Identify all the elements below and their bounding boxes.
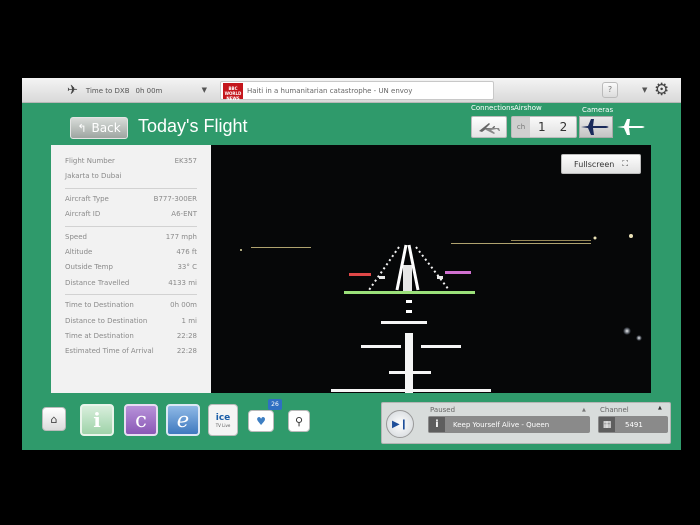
info-row: Distance Travelled 4133 mi — [65, 278, 197, 287]
home-button[interactable]: ⌂ — [42, 407, 66, 431]
info-row: Outside Temp 33° C — [65, 263, 197, 272]
i-app-label: i — [93, 408, 101, 432]
track-title: Keep Yourself Alive - Queen — [453, 420, 550, 429]
news-ticker[interactable]: BBC WORLD NEWS Haiti in a humanitarian c… — [220, 81, 494, 101]
connections-label: Connections — [471, 104, 515, 112]
info-group-flight: Flight Number EK357 Jakarta to Dubai — [65, 151, 197, 189]
expand-icon: ⛶ — [622, 159, 628, 168]
ice-tv-live-button[interactable]: ice TV Live — [208, 404, 238, 436]
airshow-channel-2[interactable]: 2 — [560, 120, 568, 134]
camera-tail-button[interactable] — [579, 116, 613, 138]
info-row: Speed 177 mph — [65, 232, 197, 241]
info-group-aircraft: Aircraft Type B777-300ER Aircraft ID A6-EN… — [65, 189, 197, 227]
info-row: Time at Destination 22:28 — [65, 332, 197, 341]
flight-info-panel: Flight Number EK357 Jakarta to Dubai Airc… — [51, 145, 211, 393]
airshow-channel-1[interactable]: 1 — [538, 120, 546, 134]
news-headline: Haiti in a humanitarian catastrophe - UN… — [247, 86, 413, 95]
channel-number: 5491 — [625, 420, 643, 429]
runway-lights-image — [240, 234, 642, 393]
chevron-down-icon: ▼ — [201, 86, 207, 94]
audio-player: ▶❙ Paused ▲ i Keep Yourself Alive - Quee… — [381, 402, 671, 444]
info-row: Distance to Destination 1 mi — [65, 316, 197, 325]
info-row: Flight Number EK357 — [65, 157, 197, 165]
info-row: Time to Destination 0h 00m — [65, 301, 197, 310]
channel-selector[interactable]: ▦ 5491 — [598, 416, 668, 433]
favourites-count-badge: 26 — [268, 399, 282, 410]
play-pause-button[interactable]: ▶❙ — [386, 410, 414, 438]
bottom-dock: ⌂ i c e ice TV Live ♥ 26 ⚲ ▶❙ Paused ▲ i… — [22, 396, 681, 450]
keypad-icon: ▦ — [599, 417, 615, 432]
play-pause-icon: ▶❙ — [391, 418, 409, 430]
chevron-down-icon[interactable]: ▼ — [642, 86, 647, 94]
home-icon: ⌂ — [50, 412, 58, 426]
e-app-label: e — [176, 408, 190, 432]
tv-live-label: TV Live — [215, 422, 231, 428]
back-label: Back — [91, 121, 121, 135]
back-arrow-icon: ↰ — [77, 121, 87, 135]
time-to-destination-dropdown[interactable]: ✈ Time to DXB 0h 00m ▼ — [67, 81, 207, 100]
player-status: Paused — [430, 406, 456, 414]
airshow-channel-selector[interactable]: ch 1 2 — [511, 116, 577, 138]
search-icon: ⚲ — [294, 414, 304, 428]
fullscreen-button[interactable]: Fullscreen ⛶ — [561, 154, 641, 174]
ice-label: ice — [215, 412, 231, 423]
connections-button[interactable] — [471, 116, 507, 138]
channel-prefix: ch — [512, 117, 530, 137]
airshow-label: Airshow — [514, 104, 542, 112]
chevron-up-icon[interactable]: ▲ — [658, 405, 662, 411]
info-row: Aircraft Type B777-300ER — [65, 194, 197, 203]
fullscreen-label: Fullscreen — [574, 159, 615, 169]
info-row: Jakarta to Dubai — [65, 172, 122, 181]
communications-app-button[interactable]: c — [124, 404, 158, 436]
channel-label: Channel — [600, 406, 629, 414]
info-icon[interactable]: i — [429, 417, 445, 432]
top-bar: ✈ Time to DXB 0h 00m ▼ BBC WORLD NEWS Ha… — [22, 78, 681, 103]
camera-nose-button[interactable] — [615, 116, 649, 138]
chevron-up-icon[interactable]: ▲ — [582, 407, 586, 413]
help-button[interactable]: ? — [602, 82, 618, 98]
info-app-button[interactable]: i — [80, 404, 114, 436]
info-group-destination: Time to Destination 0h 00m Distance to De… — [65, 295, 197, 363]
cameras-label: Cameras — [582, 106, 614, 114]
camera-video-view: Fullscreen ⛶ — [211, 145, 651, 393]
plane-side-icon — [581, 119, 609, 135]
favourites-button[interactable]: ♥ — [248, 410, 274, 432]
airplane-icon: ✈ — [67, 83, 78, 98]
info-row: Altitude 476 ft — [65, 248, 197, 257]
connections-planes-icon — [479, 123, 500, 134]
ife-screen: ✈ Time to DXB 0h 00m ▼ BBC WORLD NEWS Ha… — [22, 78, 681, 450]
info-row: Aircraft ID A6-ENT — [65, 210, 197, 219]
bbc-logo: BBC WORLD NEWS — [223, 82, 243, 101]
page-title: Today's Flight — [138, 116, 248, 136]
entertainment-app-button[interactable]: e — [166, 404, 200, 436]
c-app-label: c — [135, 408, 147, 432]
back-button[interactable]: ↰ Back — [70, 117, 128, 139]
search-button[interactable]: ⚲ — [288, 410, 310, 432]
gear-icon[interactable]: ⚙ — [654, 80, 669, 100]
info-group-conditions: Speed 177 mph Altitude 476 ft Outside Temp… — [65, 227, 197, 296]
info-row: Estimated Time of Arrival 22:28 — [65, 347, 197, 356]
time-value: 0h 00m — [135, 86, 163, 95]
time-label: Time to DXB — [85, 86, 130, 95]
plane-white-icon — [617, 119, 645, 135]
heart-icon: ♥ — [256, 414, 266, 428]
track-info[interactable]: i Keep Yourself Alive - Queen — [428, 416, 590, 433]
